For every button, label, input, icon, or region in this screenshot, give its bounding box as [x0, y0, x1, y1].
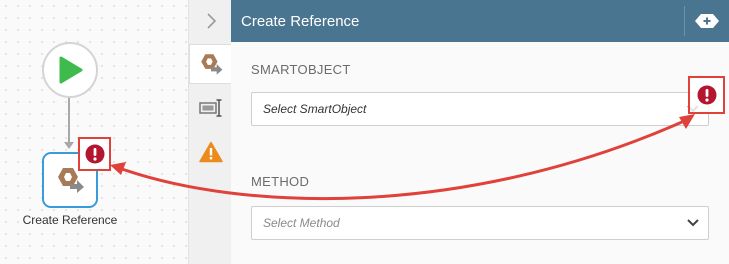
warning-triangle-icon — [198, 141, 223, 163]
connector-arrowhead — [64, 142, 74, 149]
exclamation-circle-icon — [85, 144, 104, 164]
tab-warnings[interactable] — [189, 132, 232, 172]
step-error-highlight[interactable] — [78, 137, 111, 171]
smartobject-select[interactable]: Select SmartObject — [251, 92, 709, 126]
connector-line — [68, 98, 70, 144]
tab-properties[interactable] — [189, 88, 232, 128]
chevron-down-icon — [687, 219, 699, 227]
exclamation-circle-icon — [697, 85, 716, 105]
text-field-icon — [198, 99, 221, 117]
smartobject-error-highlight[interactable] — [688, 76, 725, 114]
method-dropdown-toggle[interactable] — [678, 207, 708, 239]
start-node[interactable] — [42, 42, 98, 98]
panel-title: Create Reference — [241, 12, 360, 30]
method-select-placeholder: Select Method — [263, 216, 340, 230]
chevron-right-icon — [206, 13, 216, 29]
smartobject-step-icon — [201, 54, 223, 75]
smartobject-label: SMARTOBJECT — [251, 62, 351, 77]
method-select[interactable]: Select Method — [251, 206, 709, 240]
smartobject-select-value: Select SmartObject — [263, 102, 367, 116]
tab-configuration[interactable] — [189, 44, 232, 84]
add-icon — [695, 14, 719, 28]
play-icon — [59, 56, 83, 84]
header-action-button[interactable] — [685, 0, 729, 42]
step-label: Create Reference — [22, 213, 118, 227]
panel-icon-rail — [188, 0, 232, 264]
workflow-canvas[interactable]: Create Reference — [0, 0, 188, 264]
panel-header: Create Reference — [231, 0, 729, 42]
collapse-panel-button[interactable] — [189, 0, 232, 42]
method-label: METHOD — [251, 174, 310, 189]
